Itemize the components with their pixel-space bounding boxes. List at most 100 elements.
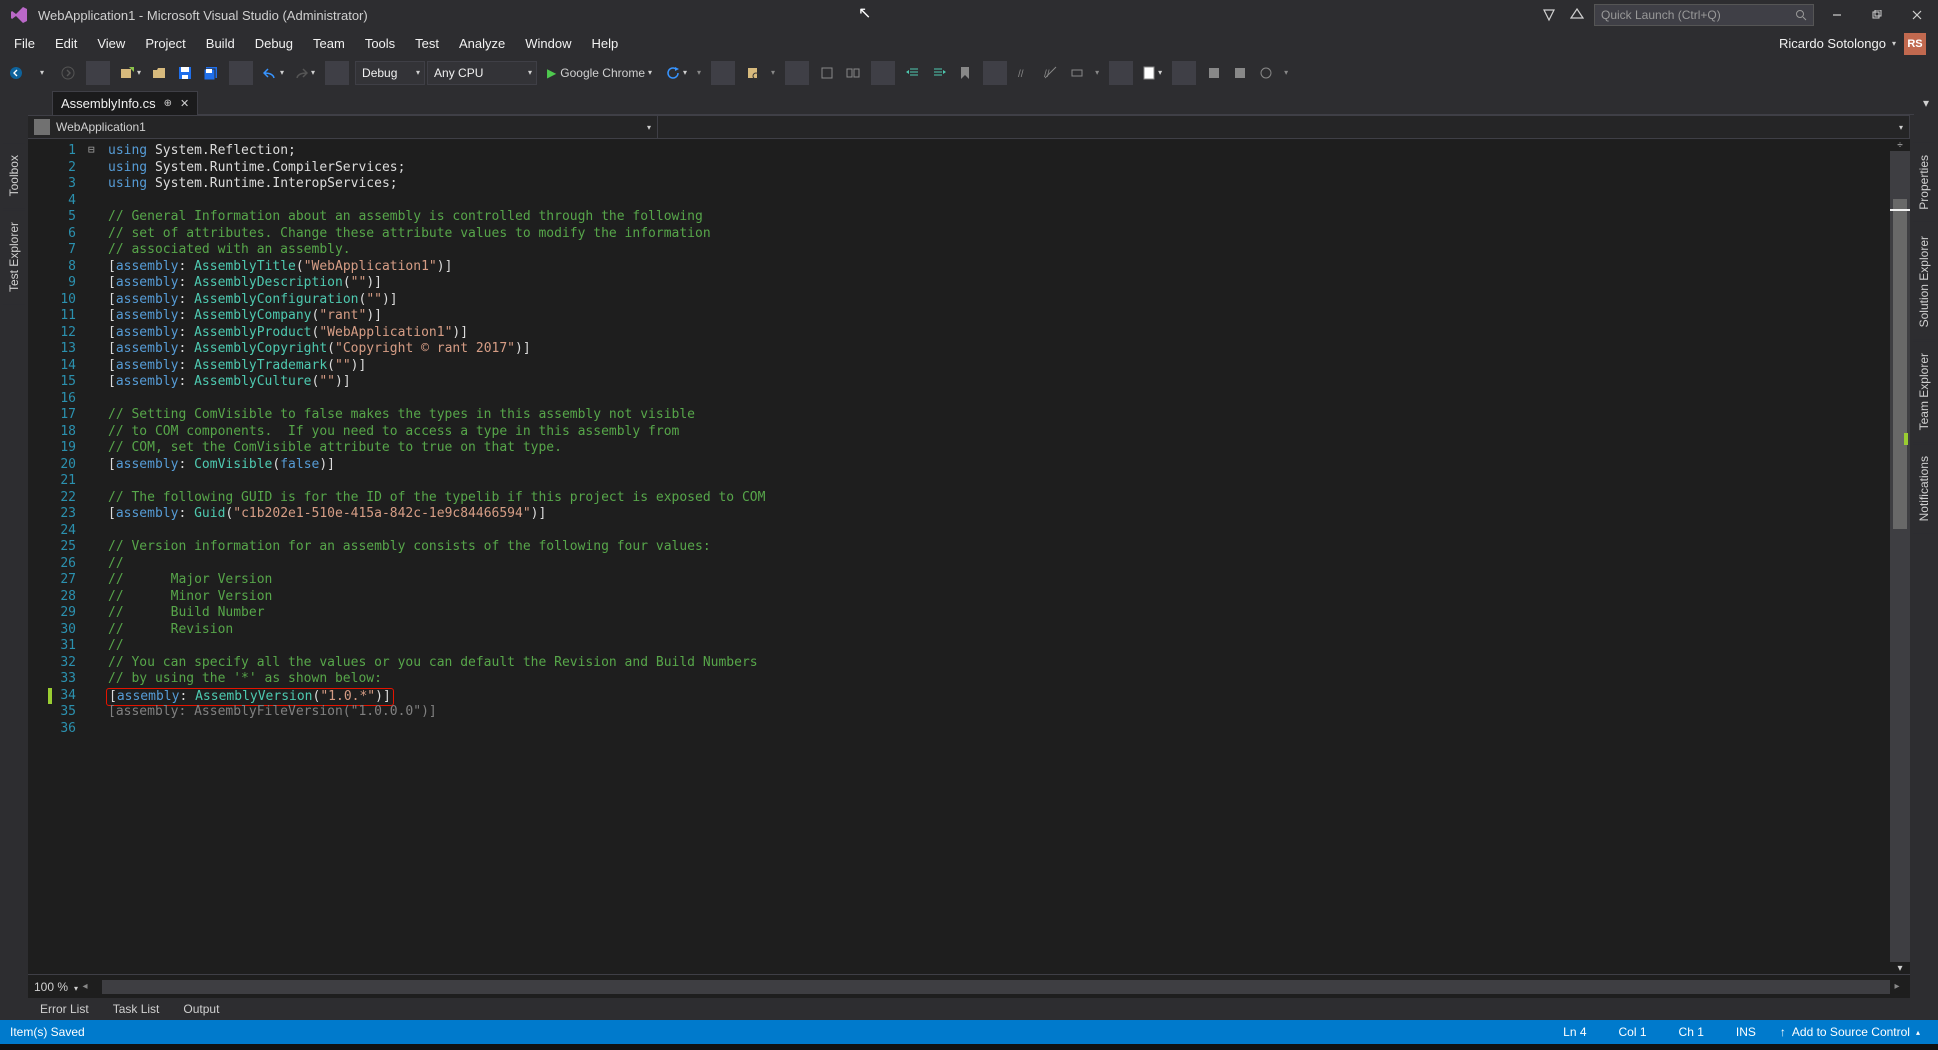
code-line[interactable] — [108, 391, 1890, 408]
toggle-button[interactable] — [1065, 61, 1089, 85]
scroll-right-button[interactable]: ▸ — [1890, 980, 1904, 994]
nav-back-button[interactable] — [4, 61, 28, 85]
account-name[interactable]: Ricardo Sotolongo — [1779, 36, 1886, 51]
member-context-select[interactable] — [658, 116, 1910, 138]
menu-build[interactable]: Build — [196, 32, 245, 55]
document-tab-assemblyinfo[interactable]: AssemblyInfo.cs ⊕ ✕ — [52, 91, 198, 115]
code-line[interactable]: [assembly: AssemblyTitle("WebApplication… — [108, 259, 1890, 276]
code-line[interactable] — [108, 721, 1890, 738]
code-line[interactable]: [assembly: Guid("c1b202e1-510e-415a-842c… — [108, 506, 1890, 523]
extension-button-3[interactable] — [1254, 61, 1278, 85]
browser-refresh-button[interactable] — [662, 61, 691, 85]
code-line[interactable] — [108, 523, 1890, 540]
vertical-scrollbar[interactable] — [1890, 151, 1910, 962]
minimize-button[interactable] — [1820, 2, 1854, 28]
doc-outline-button[interactable] — [1139, 61, 1166, 85]
step-over-button[interactable] — [841, 61, 865, 85]
scrollbar-thumb[interactable] — [1893, 199, 1907, 529]
code-line[interactable]: [assembly: AssemblyDescription("")] — [108, 275, 1890, 292]
code-line[interactable]: // The following GUID is for the ID of t… — [108, 490, 1890, 507]
code-line[interactable] — [108, 193, 1890, 210]
extension-button-1[interactable] — [1202, 61, 1226, 85]
code-line[interactable]: [assembly: ComVisible(false)] — [108, 457, 1890, 474]
find-in-files-button[interactable] — [741, 61, 765, 85]
code-line[interactable]: [assembly: AssemblyCompany("rant")] — [108, 308, 1890, 325]
code-area[interactable]: using System.Reflection;using System.Run… — [104, 139, 1890, 974]
code-line[interactable]: using System.Runtime.CompilerServices; — [108, 160, 1890, 177]
right-tab-team-explorer[interactable]: Team Explorer — [1913, 341, 1935, 442]
redo-button[interactable] — [290, 61, 319, 85]
right-tab-solution-explorer[interactable]: Solution Explorer — [1913, 224, 1935, 339]
code-line[interactable]: [assembly: AssemblyTrademark("")] — [108, 358, 1890, 375]
code-line[interactable]: // Setting ComVisible to false makes the… — [108, 407, 1890, 424]
feedback-icon[interactable] — [1538, 4, 1560, 26]
code-line[interactable]: [assembly: AssemblyFileVersion("1.0.0.0"… — [108, 704, 1890, 721]
open-file-button[interactable] — [147, 61, 171, 85]
scroll-down-button[interactable]: ▾ — [1890, 962, 1910, 974]
open-documents-dropdown[interactable]: ▾ — [1914, 91, 1938, 115]
code-line[interactable]: // set of attributes. Change these attri… — [108, 226, 1890, 243]
account-badge[interactable]: RS — [1904, 33, 1926, 55]
nav-forward-button[interactable] — [56, 61, 80, 85]
left-tab-toolbox[interactable]: Toolbox — [3, 143, 25, 208]
left-tab-test-explorer[interactable]: Test Explorer — [3, 210, 25, 304]
code-line[interactable]: // — [108, 638, 1890, 655]
solution-config-select[interactable]: Debug — [355, 61, 425, 85]
add-to-source-control-button[interactable]: Add to Source Control ▴ — [1772, 1025, 1928, 1039]
decrease-indent-button[interactable] — [901, 61, 925, 85]
menu-file[interactable]: File — [4, 32, 45, 55]
code-line[interactable]: // Build Number — [108, 605, 1890, 622]
code-line[interactable]: // Minor Version — [108, 589, 1890, 606]
quick-launch-input[interactable]: Quick Launch (Ctrl+Q) — [1594, 4, 1814, 26]
code-line[interactable]: // COM, set the ComVisible attribute to … — [108, 440, 1890, 457]
project-context-select[interactable]: WebApplication1 — [28, 116, 658, 138]
code-line[interactable]: // Version information for an assembly c… — [108, 539, 1890, 556]
close-button[interactable] — [1900, 2, 1934, 28]
right-tab-notifications[interactable]: Notifications — [1913, 444, 1935, 533]
step-into-button[interactable] — [815, 61, 839, 85]
code-line[interactable]: // associated with an assembly. — [108, 242, 1890, 259]
menu-project[interactable]: Project — [135, 32, 195, 55]
save-all-button[interactable] — [199, 61, 223, 85]
code-line[interactable]: // General Information about an assembly… — [108, 209, 1890, 226]
code-line[interactable]: // Revision — [108, 622, 1890, 639]
menu-help[interactable]: Help — [582, 32, 629, 55]
menu-test[interactable]: Test — [405, 32, 449, 55]
code-editor[interactable]: 1234567891011121314151617181920212223242… — [28, 139, 1910, 974]
menu-tools[interactable]: Tools — [355, 32, 405, 55]
tool-tab-error-list[interactable]: Error List — [30, 1000, 99, 1018]
horizontal-scrollbar[interactable] — [102, 980, 1890, 994]
menu-view[interactable]: View — [87, 32, 135, 55]
extension-button-2[interactable] — [1228, 61, 1252, 85]
notifications-icon[interactable] — [1566, 4, 1588, 26]
comment-out-button[interactable]: // — [1013, 61, 1037, 85]
nav-back-dropdown[interactable]: ▾ — [30, 61, 54, 85]
code-line[interactable]: [assembly: AssemblyProduct("WebApplicati… — [108, 325, 1890, 342]
code-line[interactable]: [assembly: AssemblyCopyright("Copyright … — [108, 341, 1890, 358]
start-debug-button[interactable]: ▶Google Chrome — [539, 61, 660, 85]
scroll-left-button[interactable]: ◂ — [78, 980, 92, 994]
code-line[interactable]: // Major Version — [108, 572, 1890, 589]
code-line[interactable]: [assembly: AssemblyConfiguration("")] — [108, 292, 1890, 309]
split-editor-button[interactable]: ÷ — [1890, 139, 1910, 151]
menu-analyze[interactable]: Analyze — [449, 32, 515, 55]
tool-tab-output[interactable]: Output — [173, 1000, 229, 1018]
code-line[interactable]: // to COM components. If you need to acc… — [108, 424, 1890, 441]
code-line[interactable]: [assembly: AssemblyVersion("1.0.*")] — [108, 688, 1890, 705]
code-line[interactable]: // You can specify all the values or you… — [108, 655, 1890, 672]
close-icon[interactable]: ✕ — [180, 97, 189, 110]
code-line[interactable]: using System.Reflection; — [108, 143, 1890, 160]
pin-icon[interactable]: ⊕ — [164, 98, 172, 109]
menu-edit[interactable]: Edit — [45, 32, 87, 55]
chevron-down-icon[interactable]: ▾ — [1892, 39, 1896, 48]
code-line[interactable] — [108, 473, 1890, 490]
menu-window[interactable]: Window — [515, 32, 581, 55]
code-line[interactable]: // — [108, 556, 1890, 573]
windows-taskbar[interactable] — [0, 1044, 1938, 1050]
menu-debug[interactable]: Debug — [245, 32, 303, 55]
code-line[interactable]: using System.Runtime.InteropServices; — [108, 176, 1890, 193]
zoom-select[interactable]: 100 % — [34, 980, 78, 994]
increase-indent-button[interactable] — [927, 61, 951, 85]
outlining-margin[interactable]: ⊟ — [88, 139, 104, 974]
new-project-button[interactable] — [116, 61, 145, 85]
